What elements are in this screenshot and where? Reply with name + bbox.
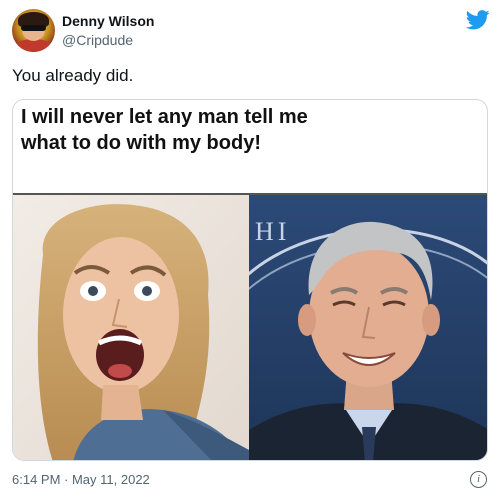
tweet-text: You already did. [12, 66, 134, 85]
tweet-timestamp[interactable]: 6:14 PM · May 11, 2022 [12, 472, 150, 487]
avatar[interactable] [12, 9, 55, 52]
tweet-card: Denny Wilson @Cripdude You already did. … [0, 0, 500, 497]
smiling-man-photo: HI [249, 195, 487, 460]
info-icon[interactable]: i [470, 471, 487, 488]
twitter-bird-icon[interactable] [466, 10, 490, 30]
briefing-backdrop-text: HI [255, 217, 290, 246]
author-handle[interactable]: @Cripdude [62, 32, 133, 48]
screaming-woman-photo [13, 195, 249, 460]
tweet-media[interactable]: I will never let any man tell me what to… [12, 99, 488, 461]
author-name[interactable]: Denny Wilson [62, 13, 154, 29]
meme-caption: I will never let any man tell me what to… [21, 106, 308, 154]
